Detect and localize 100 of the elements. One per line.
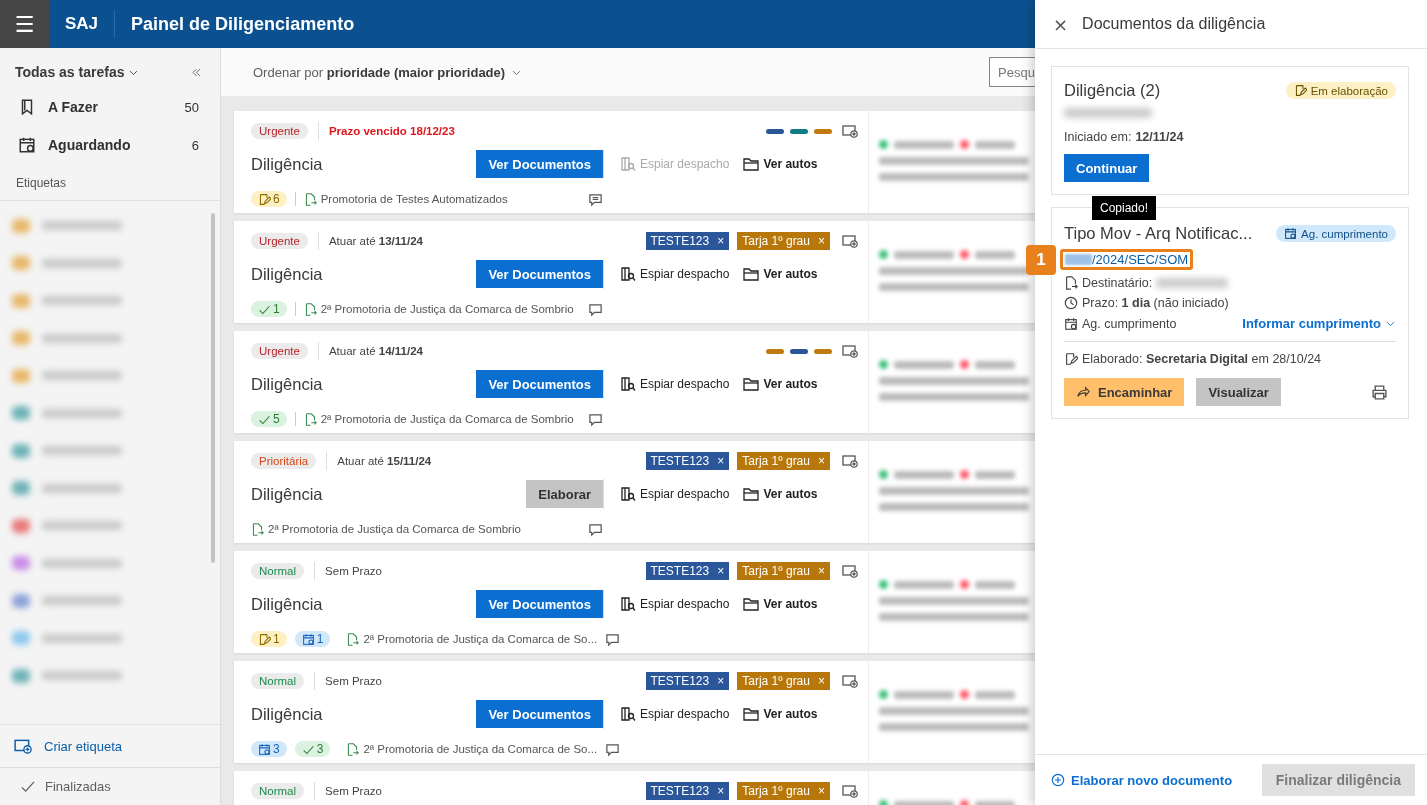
action-button[interactable]: Elaborar: [526, 480, 603, 508]
add-label-button[interactable]: [842, 783, 858, 799]
peek-dispatch-button[interactable]: Espiar despacho: [620, 596, 730, 612]
forward-icon: [1076, 385, 1090, 399]
action-button[interactable]: Ver Documentos: [476, 150, 603, 178]
label-tag[interactable]: Tarja 1º grau ×: [737, 562, 830, 580]
label-tag[interactable]: TESTE123 ×: [645, 672, 730, 690]
peek-dispatch-button[interactable]: Espiar despacho: [620, 376, 730, 392]
label-tag[interactable]: TESTE123 ×: [645, 232, 730, 250]
count-badge: 3: [251, 741, 287, 757]
add-label-button[interactable]: [842, 563, 858, 579]
action-button[interactable]: Ver Documentos: [476, 700, 603, 728]
collapse-button[interactable]: [191, 66, 202, 78]
nav-item[interactable]: Aguardando 6: [0, 126, 220, 164]
panel-title: Documentos da diligência: [1082, 15, 1266, 33]
deadline-text: Atuar até 15/11/24: [337, 455, 432, 467]
count-badge: 5: [251, 411, 287, 427]
document-code-link[interactable]: /2024/SEC/SOM: [1060, 249, 1194, 270]
remove-icon[interactable]: ×: [818, 564, 825, 578]
add-label-icon: [842, 453, 858, 469]
folder-icon: [743, 156, 760, 172]
remove-icon[interactable]: ×: [717, 234, 725, 248]
remove-icon[interactable]: ×: [818, 674, 825, 688]
folder-icon: [743, 706, 760, 722]
add-label-button[interactable]: [842, 343, 858, 359]
document-search-icon: [620, 156, 636, 172]
label-tag[interactable]: Tarja 1º grau ×: [737, 782, 830, 800]
document-arrow-icon: [251, 522, 264, 536]
remove-icon[interactable]: ×: [717, 784, 725, 798]
organization-name: 2ª Promotoria de Justiça da Comarca de Sombrio: [320, 413, 574, 425]
peek-dispatch-button[interactable]: Espiar despacho: [620, 706, 730, 722]
deadline-text: Atuar até 13/11/24: [328, 235, 423, 247]
view-records-button[interactable]: Ver autos: [743, 596, 818, 612]
forward-button[interactable]: Encaminhar: [1064, 378, 1185, 406]
task-title: Diligência: [251, 374, 323, 394]
label-tag[interactable]: Tarja 1º grau ×: [737, 452, 830, 470]
view-records-button[interactable]: Ver autos: [743, 156, 818, 172]
add-label-button[interactable]: [842, 123, 858, 139]
view-button[interactable]: Visualizar: [1196, 378, 1281, 406]
finished-button[interactable]: Finalizadas: [0, 768, 220, 805]
comment-icon: [588, 411, 603, 427]
action-button[interactable]: Ver Documentos: [476, 260, 603, 288]
document-arrow-icon: [346, 742, 360, 756]
priority-badge: Prioritária: [251, 453, 317, 469]
priority-badge: Normal: [251, 563, 305, 579]
folder-icon: [743, 376, 760, 392]
close-button[interactable]: ×: [1053, 13, 1069, 35]
search-field[interactable]: Pesqu: [989, 57, 1035, 87]
remove-icon[interactable]: ×: [717, 454, 725, 468]
menu-button[interactable]: ☰: [0, 0, 49, 48]
app-title: Painel de Diligenciamento: [130, 13, 355, 35]
remove-icon[interactable]: ×: [717, 674, 725, 688]
new-document-link[interactable]: Elaborar novo documento: [1045, 771, 1239, 789]
remove-icon[interactable]: ×: [717, 564, 725, 578]
remove-icon[interactable]: ×: [818, 234, 825, 248]
sort-dropdown[interactable]: Ordenar por prioridade (maior prioridade): [247, 63, 529, 81]
nav-item[interactable]: A Fazer 50: [0, 88, 220, 126]
action-button[interactable]: Ver Documentos: [476, 370, 603, 398]
organization-name: 2ª Promotoria de Justiça da Comarca de So...: [363, 743, 598, 755]
document-search-icon: [620, 376, 636, 392]
organization-name: 2ª Promotoria de Justiça da Comarca de Sombrio: [268, 523, 521, 535]
document-search-icon: [620, 596, 636, 612]
calendar-icon: [1064, 316, 1078, 331]
view-records-button[interactable]: Ver autos: [743, 706, 818, 722]
edit-icon: [1293, 84, 1307, 97]
label-tag[interactable]: TESTE123 ×: [645, 562, 730, 580]
peek-dispatch-button[interactable]: Espiar despacho: [620, 266, 730, 282]
deadline-text: Sem Prazo: [325, 675, 382, 687]
label-tag[interactable]: TESTE123 ×: [645, 452, 730, 470]
remove-icon[interactable]: ×: [818, 784, 825, 798]
recipient-icon: [1064, 276, 1078, 290]
document-arrow-icon: [303, 412, 317, 426]
view-records-button[interactable]: Ver autos: [743, 266, 818, 282]
add-label-icon: [14, 737, 32, 755]
label-tag[interactable]: Tarja 1º grau ×: [737, 672, 830, 690]
peek-dispatch-button[interactable]: Espiar despacho: [620, 486, 730, 502]
label-tag[interactable]: TESTE123 ×: [645, 782, 730, 800]
status-text: Ag. cumprimento: [1082, 316, 1177, 331]
add-label-icon: [842, 233, 858, 249]
task-title: Diligência: [251, 704, 323, 724]
view-records-button[interactable]: Ver autos: [743, 486, 818, 502]
deadline-text: Prazo vencido 18/12/23: [328, 125, 455, 137]
report-compliance-dropdown[interactable]: Informar cumprimento: [1242, 316, 1396, 331]
recipient-label: Destinatário:: [1082, 276, 1153, 290]
calendar-icon: [18, 136, 36, 154]
add-label-button[interactable]: [842, 673, 858, 689]
create-label-button[interactable]: Criar etiqueta: [0, 724, 220, 768]
comment-icon: [605, 741, 621, 757]
add-label-button[interactable]: [842, 453, 858, 469]
folder-icon: [743, 596, 760, 612]
action-button[interactable]: Ver Documentos: [476, 590, 603, 618]
deadline-text: Atuar até 14/11/24: [328, 345, 423, 357]
view-records-button[interactable]: Ver autos: [743, 376, 818, 392]
remove-icon[interactable]: ×: [818, 454, 825, 468]
label-tag[interactable]: Tarja 1º grau ×: [737, 232, 830, 250]
continue-button[interactable]: Continuar: [1064, 154, 1150, 182]
edit-icon: [258, 192, 271, 206]
filter-dropdown[interactable]: Todas as tarefas: [15, 64, 140, 80]
add-label-button[interactable]: [842, 233, 858, 249]
document-title: Diligência (2): [1064, 81, 1161, 100]
